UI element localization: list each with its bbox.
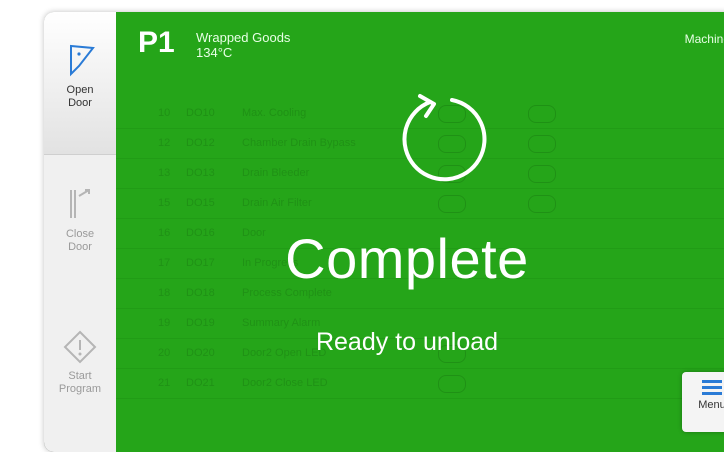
menu-icon [702,380,722,395]
menu-button[interactable]: Menu [682,372,724,432]
program-name: Wrapped Goods [196,30,291,45]
sidebar: Open Door Close Door Start Program [44,12,117,452]
chamber-label: P1 [138,26,175,59]
open-door-label-1: Open [66,84,94,96]
cycle-complete-icon [402,94,487,182]
open-door-button[interactable]: Open Door [44,12,116,155]
close-door-icon [70,189,90,218]
device-frame: Open Door Close Door Start Program 10 DO1… [44,12,724,452]
open-door-label-2: Door [68,97,92,109]
status-title: Complete [285,227,529,290]
start-program-button[interactable]: Start Program [44,330,116,440]
close-door-label-2: Door [68,241,92,253]
start-program-label-2: Program [58,383,102,395]
program-temperature: 134°C [196,45,233,60]
complete-overlay: P1 Wrapped Goods 134°C Machine Complete … [116,12,724,452]
status-subtitle: Ready to unload [315,328,499,356]
close-door-label-1: Close [65,228,95,240]
machine-label: Machine [684,32,724,46]
open-door-icon [70,44,95,77]
main-panel: 10 DO10 Max. Cooling 12 DO12 Chamber Drain B… [116,12,724,452]
start-program-label-1: Start [68,370,92,382]
close-door-button[interactable]: Close Door [44,186,116,286]
menu-label: Menu [698,399,724,411]
program-info: Wrapped Goods 134°C [196,30,290,60]
start-program-icon [63,330,97,364]
